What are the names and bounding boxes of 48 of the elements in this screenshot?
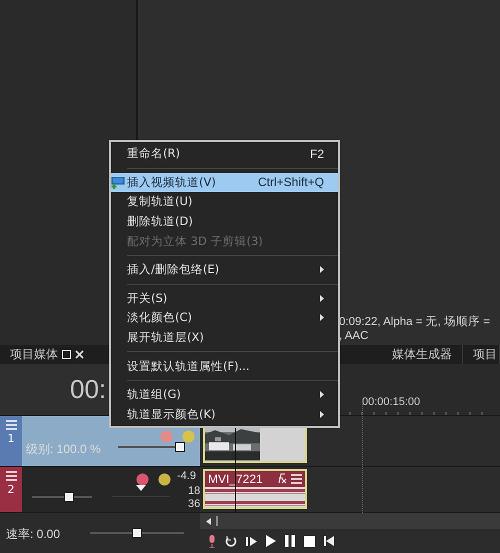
- menu-icon[interactable]: [6, 470, 16, 481]
- pause-icon[interactable]: [285, 535, 295, 547]
- menu-icon[interactable]: [6, 420, 16, 430]
- submenu-arrow-icon: [320, 294, 324, 302]
- track-number: 1: [8, 432, 14, 446]
- level-label: 级别: 100.0 %: [26, 441, 101, 458]
- menu-item[interactable]: 复制轨道(U): [111, 192, 338, 212]
- microphone-icon[interactable]: [208, 534, 216, 548]
- menu-item[interactable]: 设置默认轨道属性(F)...: [111, 356, 338, 376]
- menu-item[interactable]: 删除轨道(D): [111, 212, 338, 232]
- meter-reading: -4.9: [177, 470, 196, 482]
- dock-icon[interactable]: [62, 350, 71, 359]
- go-to-start-icon[interactable]: [324, 536, 334, 546]
- mute-icon[interactable]: [136, 472, 149, 486]
- menu-item[interactable]: 轨道组(G): [111, 384, 338, 405]
- menu-item[interactable]: 开关(S): [111, 288, 338, 308]
- menu-item[interactable]: 重命名(R) F2: [111, 144, 338, 164]
- menu-item[interactable]: 展开轨道层(X): [111, 328, 338, 348]
- ruler-label: 00:00:15:00: [362, 396, 420, 408]
- scroll-bar[interactable]: [200, 513, 500, 529]
- submenu-arrow-icon: [320, 410, 324, 418]
- play-from-start-icon[interactable]: [246, 536, 257, 546]
- media-info-text: , AAC: [339, 329, 370, 343]
- menu-item[interactable]: 淡化颜色(C): [111, 308, 338, 328]
- submenu-arrow-icon: [320, 266, 324, 274]
- track-number: 2: [8, 482, 14, 496]
- loop-icon[interactable]: [225, 535, 237, 547]
- submenu-arrow-icon: [320, 391, 324, 398]
- scroll-left-icon[interactable]: [206, 518, 211, 524]
- menu-item[interactable]: 插入视频轨道(V) Ctrl+Shift+Q: [111, 172, 338, 192]
- close-icon[interactable]: [75, 350, 84, 359]
- panel-tab[interactable]: 项目媒体: [10, 346, 58, 363]
- solo-icon[interactable]: [158, 472, 171, 486]
- timecode: 00:: [70, 374, 106, 406]
- menu-item[interactable]: 插入/删除包络(E): [111, 260, 338, 280]
- menu-item[interactable]: 轨道显示颜色(K): [111, 404, 338, 424]
- media-info-text: 0:09:22, Alpha = 无, 场顺序 =: [339, 315, 491, 329]
- rate-label: 速率: 0.00: [6, 526, 60, 543]
- meter-mark: 18: [188, 484, 200, 497]
- menu-icon[interactable]: [291, 474, 302, 484]
- play-icon[interactable]: [266, 535, 276, 547]
- track-add-icon: [111, 176, 125, 189]
- panel-tab[interactable]: 项目: [473, 346, 497, 363]
- submenu-arrow-icon: [320, 314, 324, 322]
- panel-tab[interactable]: 媒体生成器: [392, 346, 452, 363]
- meter-mark: 36: [188, 498, 200, 510]
- stop-icon[interactable]: [304, 536, 315, 546]
- effects-icon[interactable]: [276, 473, 287, 484]
